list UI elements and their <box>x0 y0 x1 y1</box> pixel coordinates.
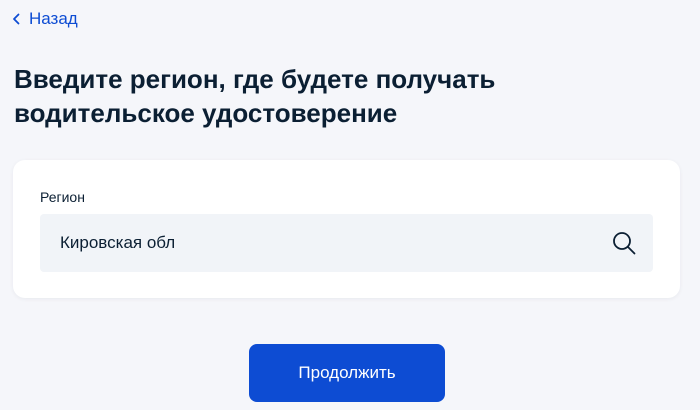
page-title: Введите регион, где будете получать води… <box>14 64 496 128</box>
region-field-label: Регион <box>40 189 85 205</box>
back-link[interactable]: Назад <box>12 9 78 29</box>
region-card: Регион Кировская обл <box>13 160 680 298</box>
region-input[interactable]: Кировская обл <box>40 214 653 272</box>
search-button[interactable] <box>611 230 637 256</box>
search-icon <box>613 232 636 255</box>
region-input-value: Кировская обл <box>60 233 176 252</box>
continue-button[interactable]: Продолжить <box>249 344 445 402</box>
chevron-left-icon <box>13 13 20 25</box>
back-link-label: Назад <box>29 9 78 28</box>
